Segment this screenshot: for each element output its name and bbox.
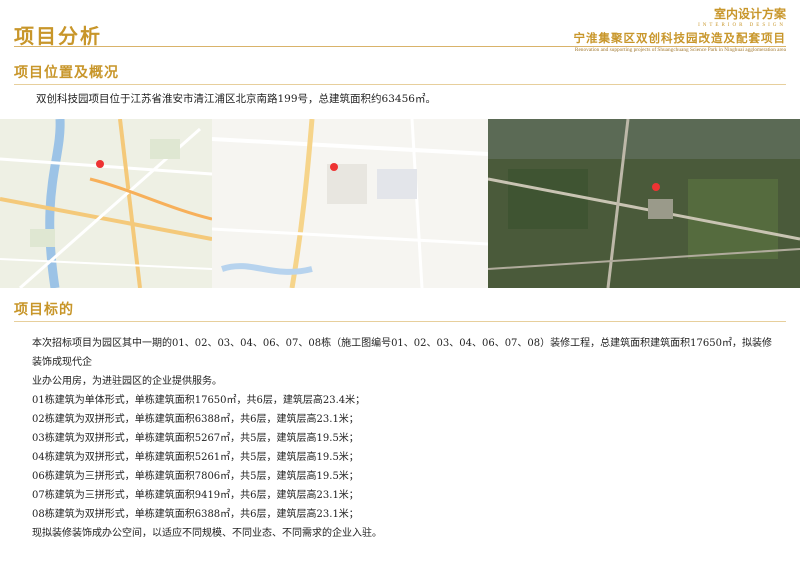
section-target-title: 项目标的 <box>14 302 74 318</box>
target-line-2: 业办公用房，为进驻园区的企业提供服务。 <box>32 376 222 387</box>
project-name: 宁淮集聚区双创科技园改造及配套项目 <box>573 31 786 45</box>
building-08-spec: 08栋建筑为双拼形式，单栋建筑面积6388㎡，共6层，建筑层高23.1米； <box>32 509 359 520</box>
design-scheme-label: 室内设计方案 <box>713 7 786 21</box>
project-name-en: Renovation and supporting projects of Sh… <box>574 47 786 53</box>
building-07-spec: 07栋建筑为三拼形式，单栋建筑面积9419㎡，共6层，建筑层高23.1米； <box>32 490 359 501</box>
section-location-title: 项目位置及概况 <box>14 65 119 81</box>
location-description: 双创科技园项目位于江苏省淮安市清江浦区北京南路199号，总建筑面积约63456㎡… <box>36 93 436 105</box>
location-maps <box>0 119 800 288</box>
page-header: 项目分析 室内设计方案 INTERIOR DESIGN 宁淮集聚区双创科技园改造… <box>0 0 800 53</box>
building-03-spec: 03栋建筑为双拼形式，单栋建筑面积5267㎡，共5层，建筑层高19.5米； <box>32 433 359 444</box>
building-04-spec: 04栋建筑为双拼形式，单栋建筑面积5261㎡，共5层，建筑层高19.5米； <box>32 452 359 463</box>
section-location-divider <box>14 84 786 85</box>
page-title: 项目分析 <box>14 24 102 48</box>
building-02-spec: 02栋建筑为双拼形式，单栋建筑面积6388㎡，共6层，建筑层高23.1米； <box>32 414 359 425</box>
street-map-image <box>212 119 488 288</box>
road-map-image <box>0 119 212 288</box>
building-01-spec: 01栋建筑为单体形式，单栋建筑面积17650㎡，共6层，建筑层高23.4米； <box>32 395 366 406</box>
target-description: 本次招标项目为园区其中一期的01、02、03、04、06、07、08栋（施工图编… <box>32 334 777 543</box>
building-06-spec: 06栋建筑为三拼形式，单栋建筑面积7806㎡，共5层，建筑层高19.5米； <box>32 471 359 482</box>
header-divider <box>14 46 786 47</box>
satellite-map-image <box>488 119 800 288</box>
target-line-1: 本次招标项目为园区其中一期的01、02、03、04、06、07、08栋（施工图编… <box>32 338 772 368</box>
section-target-divider <box>14 321 786 322</box>
target-conclusion: 现拟装修装饰成办公空间，以适应不同规模、不同业态、不同需求的企业入驻。 <box>32 528 382 539</box>
interior-design-label: INTERIOR DESIGN <box>698 23 786 28</box>
